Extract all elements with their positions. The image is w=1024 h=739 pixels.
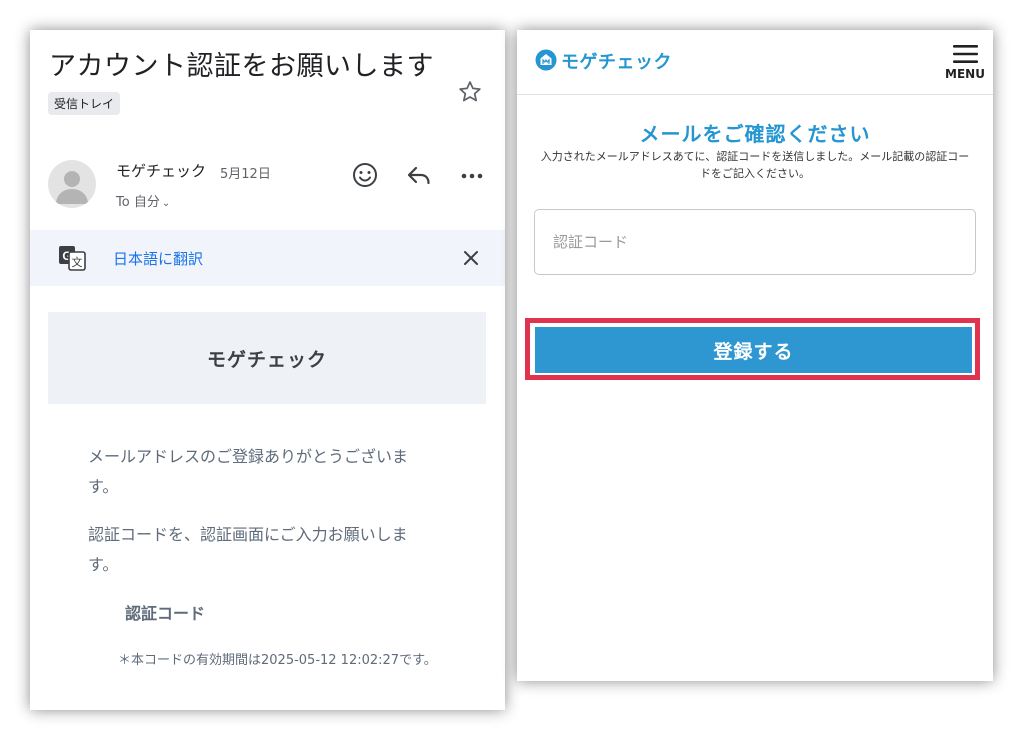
recipient-toggle[interactable]: To 自分 ⌄	[116, 191, 170, 210]
body-paragraph-thanks: メールアドレスのご登録ありがとうございます。	[88, 447, 409, 496]
menu-label: MENU	[945, 67, 985, 81]
star-icon[interactable]	[457, 79, 483, 105]
smiley-icon[interactable]	[351, 161, 379, 189]
body-paragraph-instruction: 認証コードを、認証画面にご入力お願いします。	[88, 525, 408, 574]
expiry-notice: ＊本コードの有効期間は2025-05-12 12:02:27です。	[118, 653, 437, 668]
hamburger-menu-icon	[953, 45, 978, 63]
translate-link[interactable]: 日本語に翻訳	[113, 248, 203, 269]
register-button[interactable]: 登録する	[535, 327, 972, 373]
sender-date: 5月12日	[220, 167, 271, 182]
code-heading: 認証コード	[125, 604, 206, 623]
google-translate-icon: G 文	[59, 246, 86, 271]
translate-bar: G 文 日本語に翻訳	[30, 230, 505, 286]
email-banner: モゲチェック	[48, 312, 486, 404]
close-icon[interactable]	[461, 248, 481, 268]
email-subject: アカウント認証をお願いします	[49, 51, 434, 82]
site-panel: モゲチェック MENU メールをご確認ください 入力されたメールアドレスあてに、…	[517, 30, 993, 681]
site-header: モゲチェック MENU	[517, 30, 993, 95]
banner-brand: モゲチェック	[206, 348, 327, 371]
confirm-title: メールをご確認ください	[639, 122, 871, 146]
confirm-description: 入力されたメールアドレスあてに、認証コードを送信しました。メール記載の認証コード…	[540, 150, 970, 180]
brand-logo-icon[interactable]	[535, 49, 557, 71]
recipient-label: To 自分	[116, 195, 160, 210]
brand-name[interactable]: モゲチェック	[561, 48, 672, 74]
avatar[interactable]	[48, 160, 96, 208]
more-horizontal-icon[interactable]	[458, 162, 486, 190]
reply-icon[interactable]	[405, 162, 433, 190]
menu-button[interactable]: MENU	[942, 40, 988, 86]
verification-code-input[interactable]	[534, 209, 976, 275]
chevron-down-icon: ⌄	[161, 198, 171, 209]
svg-text:文: 文	[72, 255, 83, 269]
email-panel: アカウント認証をお願いします 受信トレイ モゲチェック 5月12日 To 自分 ⌄…	[30, 30, 505, 710]
sender-name: モゲチェック	[116, 162, 207, 180]
inbox-label[interactable]: 受信トレイ	[48, 92, 121, 115]
person-icon	[56, 171, 88, 204]
